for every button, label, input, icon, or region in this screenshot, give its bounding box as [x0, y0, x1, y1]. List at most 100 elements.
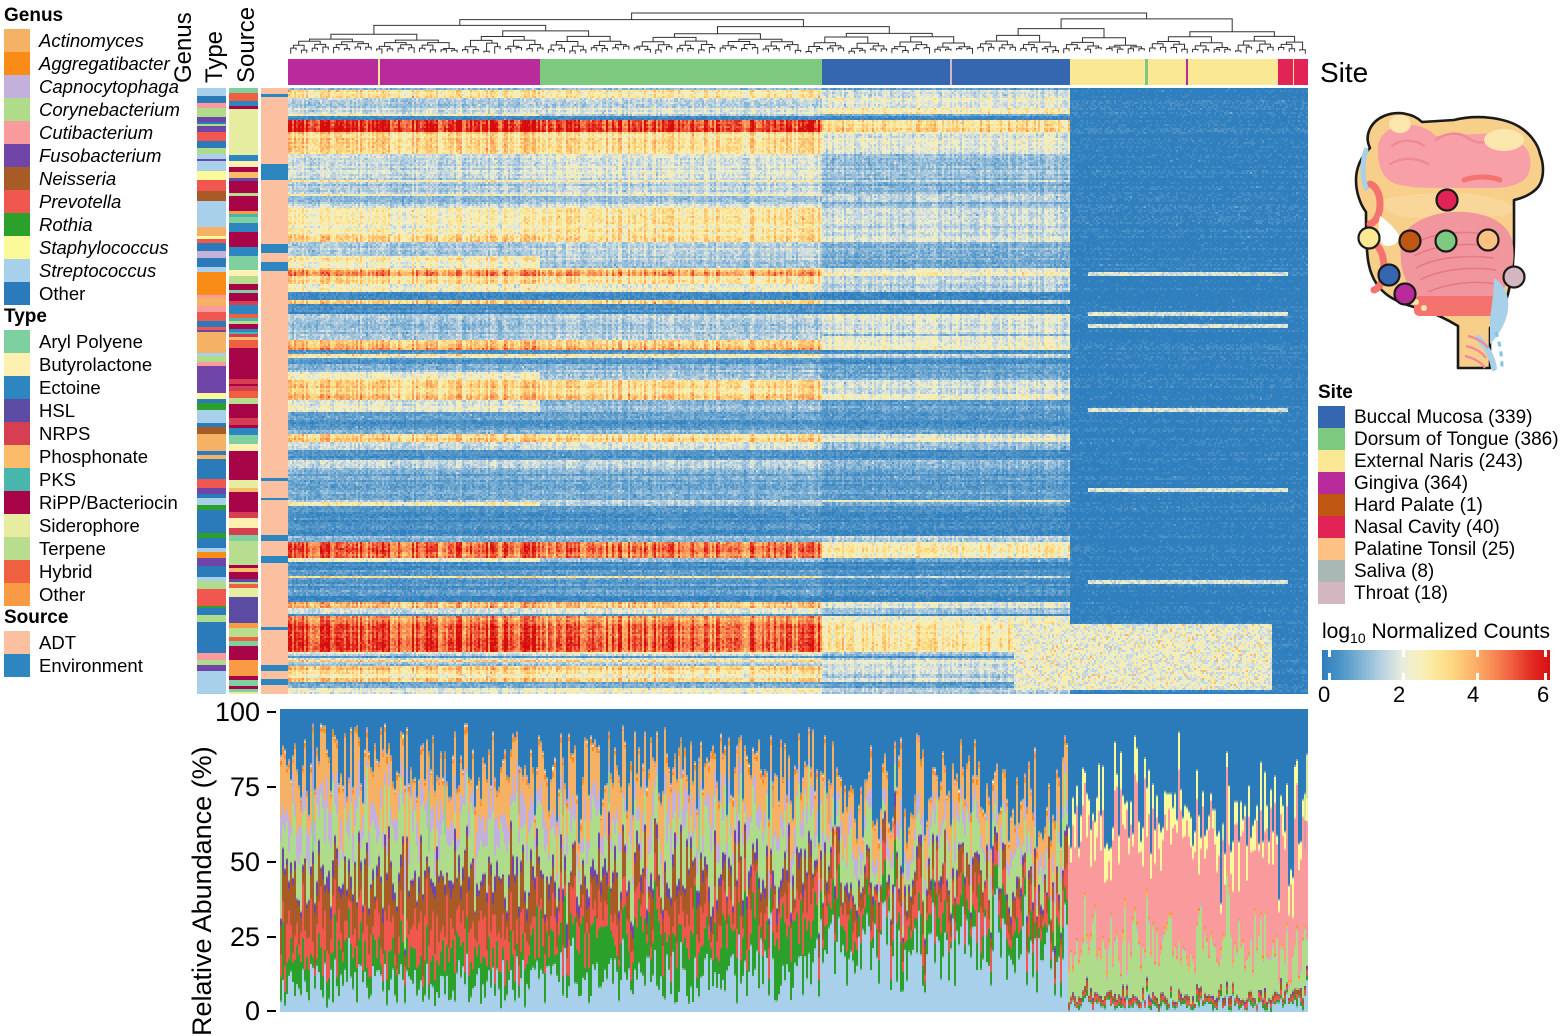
row-annotation-source: [261, 88, 290, 694]
anatomy-site-marker[interactable]: [1436, 231, 1457, 252]
genus-legend-label: Actinomyces: [39, 29, 144, 52]
type-legend-swatch: [4, 468, 30, 491]
anatomy-site-marker[interactable]: [1395, 284, 1416, 305]
site-bar-segment: [351, 59, 378, 85]
genus-legend-swatch: [4, 29, 30, 52]
annotation-segment: [197, 298, 226, 306]
annotation-segment: [261, 355, 290, 362]
dendrogram-branches: [291, 13, 1306, 54]
site-legend-label: Saliva (8): [1354, 560, 1434, 583]
site-legend-item[interactable]: Hard Palate (1): [1318, 494, 1559, 516]
site-legend-swatch: [1318, 494, 1345, 516]
type-legend-item[interactable]: Butyrolactone: [4, 353, 194, 376]
site-bar-segment: [715, 59, 731, 85]
type-legend-item[interactable]: HSL: [4, 399, 194, 422]
site-bar-segment: [822, 59, 843, 85]
annotation-segment: [229, 109, 258, 135]
site-legend-item[interactable]: External Naris (243): [1318, 450, 1559, 472]
genus-legend-item[interactable]: Neisseria: [4, 167, 194, 190]
genus-legend-item[interactable]: Fusobacterium: [4, 144, 194, 167]
type-legend-swatch: [4, 491, 30, 514]
site-bar-segment: [328, 59, 351, 85]
anatomy-site-marker[interactable]: [1379, 265, 1400, 286]
annotation-segment: [197, 414, 226, 423]
annotation-segment: [229, 588, 258, 597]
barchart-y-tick-25: 25: [198, 922, 260, 953]
site-bar-segment: [288, 59, 304, 85]
genus-legend-swatch: [4, 167, 30, 190]
type-legend-item[interactable]: Phosphonate: [4, 445, 194, 468]
type-legend-item[interactable]: Ectoine: [4, 376, 194, 399]
annotation-segment: [229, 359, 258, 370]
anatomy-site-marker[interactable]: [1437, 190, 1458, 211]
type-legend-item[interactable]: Siderophore: [4, 514, 194, 537]
anatomy-site-marker[interactable]: [1478, 230, 1499, 251]
site-bar-segment: [1104, 59, 1124, 85]
type-legend-item[interactable]: Aryl Polyene: [4, 330, 194, 353]
genus-legend-item[interactable]: Staphylococcus: [4, 236, 194, 259]
row-annotation-type: [229, 88, 258, 694]
anatomy-site-marker[interactable]: [1359, 228, 1380, 249]
annotation-segment: [261, 646, 290, 654]
genus-legend-label: Other: [39, 282, 85, 305]
annotation-segment: [261, 262, 290, 271]
source-legend-items: ADTEnvironment: [4, 631, 194, 677]
colorbar-label-6: 6: [1537, 682, 1549, 708]
barchart-tickmark-100: [267, 711, 276, 713]
site-bar-segment: [919, 59, 950, 85]
site-bar-segment: [978, 59, 992, 85]
genus-legend-item[interactable]: Prevotella: [4, 190, 194, 213]
site-bar-segment: [1205, 59, 1227, 85]
genus-legend-item[interactable]: Rothia: [4, 213, 194, 236]
site-legend-item[interactable]: Gingiva (364): [1318, 472, 1559, 494]
genus-legend-item[interactable]: Capnocytophaga: [4, 75, 194, 98]
colorbar-tick-top-2: [1402, 650, 1405, 657]
annotation-segment: [229, 305, 258, 314]
annotation-segment: [197, 608, 226, 615]
genus-legend-item[interactable]: Other: [4, 282, 194, 305]
site-bar-segment: [309, 59, 319, 85]
annotation-segment: [229, 572, 258, 579]
annotation-segment: [261, 326, 290, 338]
type-legend-item[interactable]: RiPP/Bacteriocin: [4, 491, 194, 514]
site-legend-item[interactable]: Dorsum of Tongue (386): [1318, 428, 1559, 450]
genus-legend-swatch: [4, 213, 30, 236]
genus-legend-item[interactable]: Corynebacterium: [4, 98, 194, 121]
type-legend-item[interactable]: Other: [4, 583, 194, 606]
anatomy-site-marker[interactable]: [1400, 231, 1421, 252]
genus-legend-label: Staphylococcus: [39, 236, 169, 259]
annotation-segment: [229, 692, 258, 694]
type-legend-title: Type: [4, 305, 194, 329]
genus-legend-item[interactable]: Cutibacterium: [4, 121, 194, 144]
annotation-segment: [229, 528, 258, 535]
site-legend-label: Dorsum of Tongue (386): [1354, 428, 1559, 451]
barchart-tickmark-50: [267, 861, 276, 863]
annotation-segment: [229, 428, 258, 435]
site-legend-item[interactable]: Buccal Mucosa (339): [1318, 406, 1559, 428]
site-color-bar: [288, 59, 1308, 85]
annotation-segment: [197, 161, 226, 171]
site-bar-segment: [491, 59, 521, 85]
site-legend-item[interactable]: Throat (18): [1318, 582, 1559, 604]
site-legend-item[interactable]: Saliva (8): [1318, 560, 1559, 582]
type-legend-item[interactable]: Hybrid: [4, 560, 194, 583]
type-legend-item[interactable]: PKS: [4, 468, 194, 491]
site-bar-segment: [731, 59, 743, 85]
genus-legend-item[interactable]: Aggregatibacter: [4, 52, 194, 75]
annotation-segment: [261, 446, 290, 453]
anatomy-site-marker[interactable]: [1504, 267, 1525, 288]
source-legend-item[interactable]: ADT: [4, 631, 194, 654]
site-legend-item[interactable]: Nasal Cavity (40): [1318, 516, 1559, 538]
type-legend-swatch: [4, 399, 30, 422]
type-legend-item[interactable]: Terpene: [4, 537, 194, 560]
annotation-segment: [261, 504, 290, 535]
source-legend-item[interactable]: Environment: [4, 654, 194, 677]
site-bar-segment: [800, 59, 808, 85]
annotation-segment: [229, 204, 258, 211]
genus-legend-item[interactable]: Streptococcus: [4, 259, 194, 282]
site-legend-item[interactable]: Palatine Tonsil (25): [1318, 538, 1559, 560]
site-bar-segment: [743, 59, 760, 85]
genus-legend-item[interactable]: Actinomyces: [4, 29, 194, 52]
site-legend-swatch: [1318, 406, 1345, 428]
type-legend-item[interactable]: NRPS: [4, 422, 194, 445]
